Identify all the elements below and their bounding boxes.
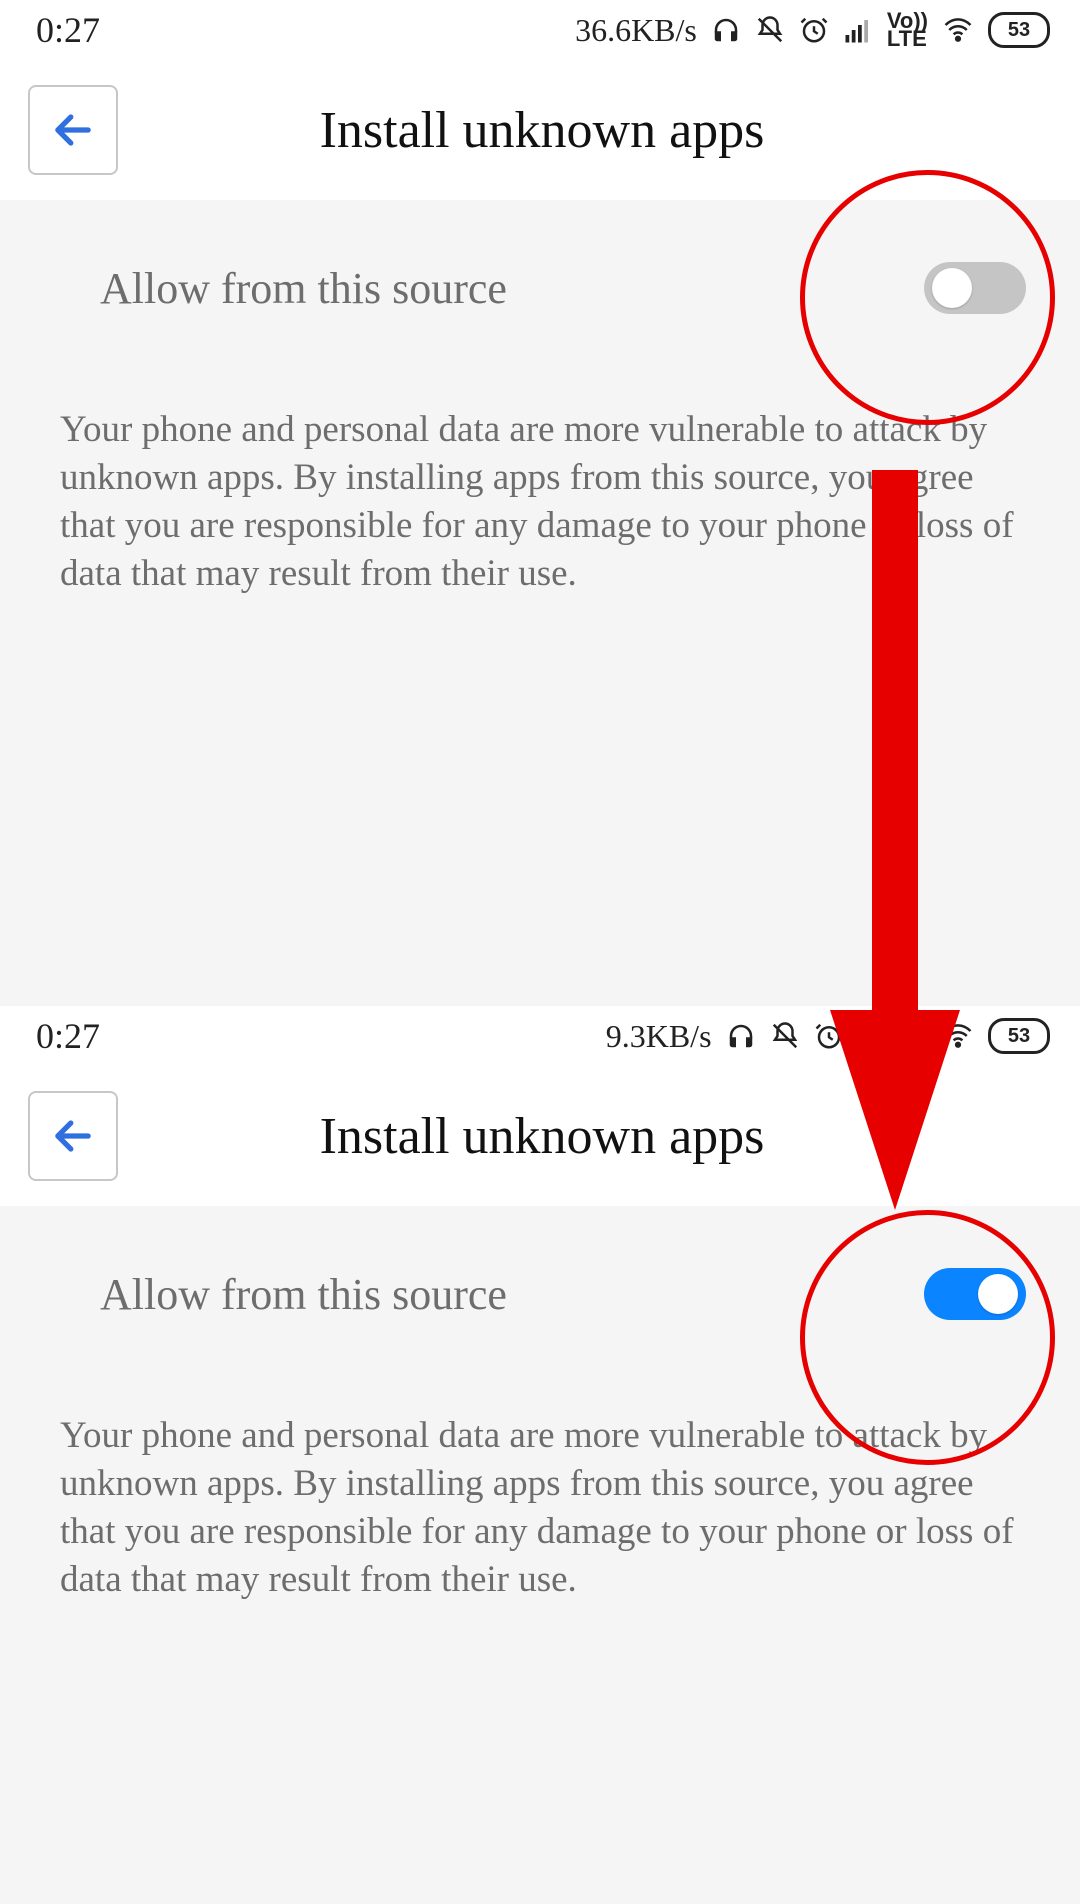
setting-description: Your phone and personal data are more vu… — [0, 406, 1080, 598]
volte-icon: Vo)) LTE — [887, 12, 928, 48]
status-time: 0:27 — [36, 9, 100, 51]
content-area: Allow from this source Your phone and pe… — [0, 1206, 1080, 1904]
battery-icon: 53 — [988, 12, 1050, 48]
screen-after: 0:27 9.3KB/s Vo LT — [0, 1006, 1080, 1904]
wifi-icon — [942, 1021, 974, 1051]
status-bar: 0:27 36.6KB/s Vo)) LTE — [0, 0, 1080, 60]
tutorial-before-after: 0:27 36.6KB/s Vo)) LTE — [0, 0, 1080, 1904]
headphones-icon — [711, 15, 741, 45]
back-button[interactable] — [28, 85, 118, 175]
status-bar: 0:27 9.3KB/s Vo LT — [0, 1006, 1080, 1066]
alarm-icon — [799, 15, 829, 45]
status-time: 0:27 — [36, 1015, 100, 1057]
arrow-left-icon — [47, 104, 99, 156]
toggle-knob — [932, 268, 972, 308]
allow-source-toggle[interactable] — [924, 262, 1026, 314]
page-title: Install unknown apps — [118, 101, 1052, 160]
screen-before: 0:27 36.6KB/s Vo)) LTE — [0, 0, 1080, 1006]
battery-icon: 53 — [988, 1018, 1050, 1054]
mute-icon — [755, 15, 785, 45]
mute-icon — [770, 1021, 800, 1051]
battery-level: 53 — [1008, 19, 1030, 42]
header: Install unknown apps — [0, 60, 1080, 200]
toggle-knob — [978, 1274, 1018, 1314]
setting-row[interactable]: Allow from this source — [0, 240, 1080, 336]
setting-label: Allow from this source — [100, 263, 507, 314]
network-speed: 36.6KB/s — [575, 12, 697, 49]
headphones-icon — [726, 1021, 756, 1051]
back-button[interactable] — [28, 1091, 118, 1181]
setting-label: Allow from this source — [100, 1269, 507, 1320]
alarm-icon — [814, 1021, 844, 1051]
volte-icon: Vo LT — [902, 1018, 928, 1054]
network-speed: 9.3KB/s — [606, 1018, 712, 1055]
status-icons: 9.3KB/s Vo LT 53 — [606, 1018, 1050, 1055]
arrow-left-icon — [47, 1110, 99, 1162]
signal-icon — [843, 15, 873, 45]
page-title: Install unknown apps — [118, 1107, 1052, 1166]
status-icons: 36.6KB/s Vo)) LTE 53 — [575, 12, 1050, 49]
wifi-icon — [942, 15, 974, 45]
setting-description: Your phone and personal data are more vu… — [0, 1412, 1080, 1604]
battery-level: 53 — [1008, 1025, 1030, 1048]
content-area: Allow from this source Your phone and pe… — [0, 200, 1080, 1006]
setting-row[interactable]: Allow from this source — [0, 1246, 1080, 1342]
allow-source-toggle[interactable] — [924, 1268, 1026, 1320]
signal-icon — [858, 1021, 888, 1051]
header: Install unknown apps — [0, 1066, 1080, 1206]
